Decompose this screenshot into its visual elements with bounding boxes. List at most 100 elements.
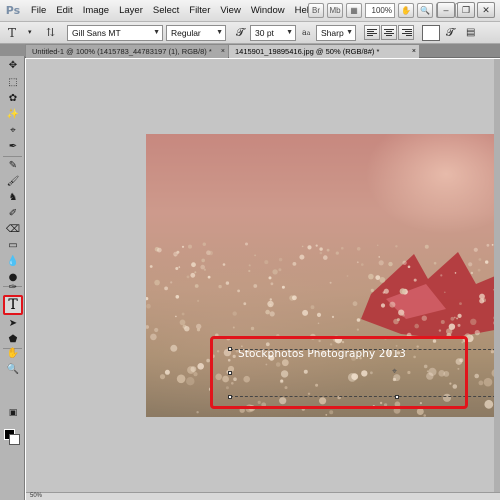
align-left-icon[interactable] — [364, 25, 380, 40]
menu-image[interactable]: Image — [78, 0, 114, 22]
tab-untitled-1[interactable]: Untitled-1 @ 100% (1415783_44783197 (1),… — [26, 45, 228, 58]
bokeh-dot — [207, 275, 211, 279]
background-color-swatch[interactable] — [9, 434, 20, 445]
font-style-select[interactable]: Regular ▼ — [166, 25, 226, 41]
align-right-icon[interactable] — [398, 25, 414, 40]
extras-icon[interactable]: ▦ — [346, 3, 362, 18]
restore-icon[interactable]: ❐ — [457, 2, 475, 18]
font-size-select[interactable]: 30 pt ▼ — [250, 25, 296, 41]
menu-layer[interactable]: Layer — [114, 0, 148, 22]
eyedropper-icon[interactable]: ✒ — [4, 139, 22, 154]
stamp-icon[interactable]: ♞ — [4, 190, 22, 205]
bokeh-dot — [402, 313, 405, 317]
bokeh-dot — [370, 288, 374, 292]
path-select-icon[interactable]: ➤ — [4, 316, 22, 331]
brush-icon[interactable]: 🖌 — [4, 174, 22, 189]
tab-label: Untitled-1 @ 100% (1415783_44783197 (1),… — [32, 47, 212, 56]
type-tool-preset-icon[interactable]: T — [8, 25, 26, 41]
bokeh-dot — [379, 277, 386, 283]
tab-1415901-jpg[interactable]: 1415901_19895416.jpg @ 50% (RGB/8#) * × — [229, 45, 419, 58]
antialias-select[interactable]: Sharp ▼ — [316, 25, 356, 41]
bokeh-dot — [270, 282, 274, 286]
bokeh-dot — [179, 319, 186, 326]
align-center-icon[interactable] — [381, 25, 397, 40]
bridge-icon[interactable]: Br — [308, 3, 324, 18]
bokeh-dot — [383, 288, 389, 294]
bokeh-dot — [225, 281, 230, 285]
menu-filter[interactable]: Filter — [184, 0, 215, 22]
bokeh-dot — [456, 317, 459, 320]
bokeh-dot — [253, 284, 258, 288]
bokeh-dot — [356, 318, 361, 322]
hand-tool-icon[interactable]: ✋ — [398, 3, 414, 18]
font-family-select[interactable]: Gill Sans MT ▼ — [67, 25, 163, 41]
bokeh-dot — [173, 251, 178, 257]
bokeh-dot — [175, 267, 179, 270]
bokeh-dot — [301, 245, 304, 248]
warp-text-icon[interactable]: 𝓣 — [446, 25, 460, 41]
move-icon[interactable]: ✥ — [4, 58, 22, 73]
zoom-level-field[interactable]: 100% — [365, 3, 395, 18]
bokeh-dot — [396, 318, 400, 322]
close-tab-icon[interactable]: × — [221, 45, 225, 58]
close-icon[interactable]: ✕ — [477, 2, 495, 18]
chevron-down-icon: ▼ — [346, 29, 353, 36]
gradient-icon[interactable]: ▭ — [4, 238, 22, 253]
quick-select-icon[interactable]: ✨ — [4, 107, 22, 122]
quick-mask-icon[interactable]: ▣ — [4, 406, 22, 421]
bokeh-dot — [477, 268, 481, 272]
chevron-down-icon: ▼ — [216, 29, 223, 36]
history-brush-icon[interactable]: ✐ — [4, 206, 22, 221]
eraser-icon[interactable]: ⌫ — [4, 222, 22, 237]
hand-icon[interactable]: ✋ — [4, 346, 22, 361]
bokeh-dot — [470, 318, 477, 325]
menu-view[interactable]: View — [215, 0, 245, 22]
bokeh-dot — [267, 300, 274, 308]
antialias-icon: aa — [302, 28, 311, 37]
bokeh-dot — [316, 312, 322, 317]
chevron-down-icon: ▼ — [286, 29, 293, 36]
bokeh-dot — [278, 268, 282, 272]
bokeh-dot — [197, 363, 204, 370]
bokeh-dot — [380, 303, 386, 308]
bokeh-dot — [175, 315, 177, 318]
bokeh-dot — [196, 328, 201, 332]
marquee-icon[interactable]: ⬚ — [4, 75, 22, 90]
lasso-icon[interactable]: ✿ — [4, 91, 22, 106]
close-tab-icon[interactable]: × — [412, 45, 416, 58]
vertical-scrollbar[interactable] — [494, 59, 500, 492]
healing-icon[interactable]: ✎ — [4, 158, 22, 173]
tools-panel-grip[interactable] — [0, 44, 25, 56]
window-controls: – ❐ ✕ — [437, 2, 495, 18]
bokeh-dot — [146, 325, 149, 329]
menu-edit[interactable]: Edit — [51, 0, 77, 22]
type-icon[interactable]: T — [3, 295, 23, 315]
zoom-icon[interactable]: 🔍 — [4, 362, 22, 377]
bokeh-dot — [414, 323, 420, 329]
bokeh-dot — [265, 309, 270, 315]
menu-select[interactable]: Select — [148, 0, 184, 22]
pen-icon[interactable]: ✑ — [4, 280, 22, 295]
status-zoom: 50% — [30, 493, 43, 499]
menu-file[interactable]: File — [26, 0, 51, 22]
menu-window[interactable]: Window — [246, 0, 290, 22]
text-orientation-icon[interactable]: ⇅ — [46, 25, 62, 41]
mini-bridge-icon[interactable]: Mb — [327, 3, 343, 18]
bokeh-dot — [310, 305, 315, 310]
bokeh-dot — [440, 274, 443, 277]
preset-chevron-down-icon[interactable]: ▾ — [28, 25, 36, 41]
bokeh-dot — [299, 254, 305, 260]
blur-icon[interactable]: 💧 — [4, 254, 22, 269]
bokeh-dot — [407, 265, 411, 269]
bokeh-dot — [389, 301, 396, 308]
bokeh-dot — [454, 272, 457, 274]
zoom-tool-icon[interactable]: 🔍 — [417, 3, 433, 18]
minimize-icon[interactable]: – — [437, 2, 455, 18]
menu-bar: Ps File Edit Image Layer Select Filter V… — [0, 0, 500, 22]
text-color-swatch[interactable] — [422, 25, 440, 41]
shape-icon[interactable]: ⬟ — [4, 332, 22, 347]
crop-icon[interactable]: ⌖ — [4, 123, 22, 138]
bokeh-dot — [486, 243, 490, 247]
bokeh-dot — [317, 322, 320, 325]
character-panel-icon[interactable]: ▤ — [466, 25, 480, 41]
